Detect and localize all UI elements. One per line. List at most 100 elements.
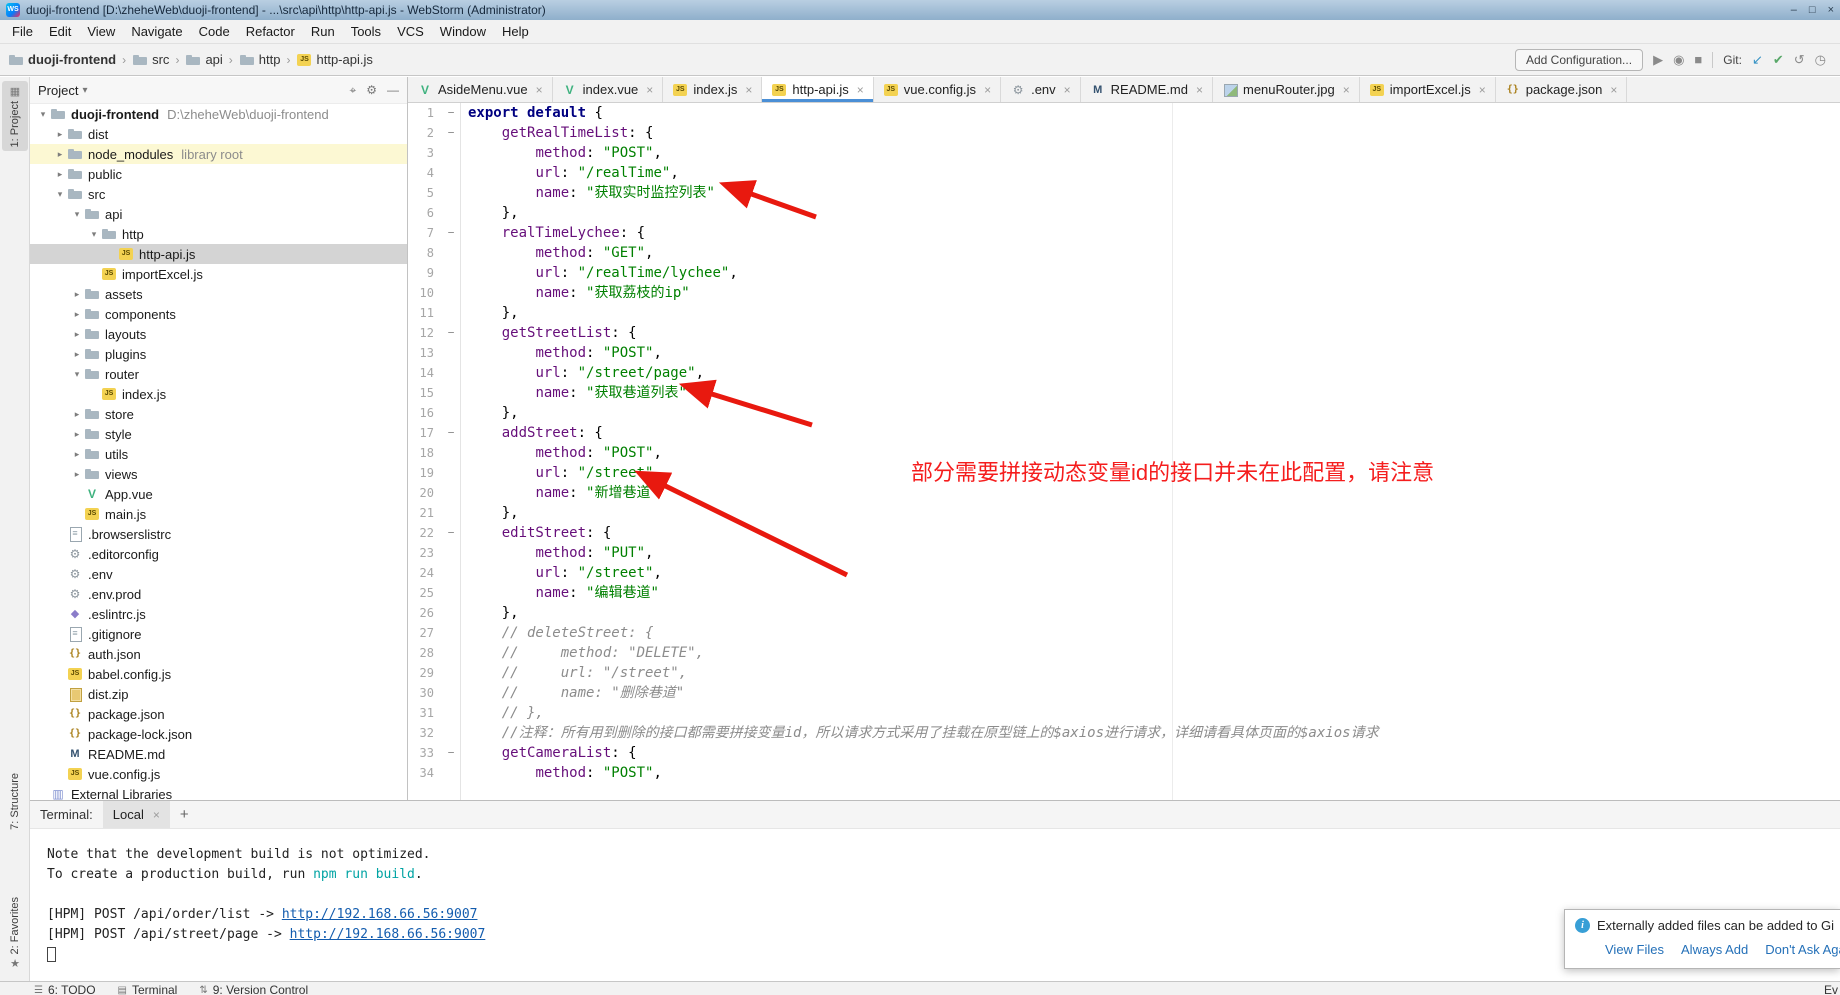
tab-close-icon[interactable]: × [646,83,653,97]
tab-index.js[interactable]: index.js× [663,77,762,102]
code-editor[interactable]: 1−export default {2− getRealTimeList: {3… [408,103,1840,800]
tree-item-node_modules[interactable]: ▸node_moduleslibrary root [30,144,407,164]
chevron-open-icon[interactable]: ▾ [87,229,101,240]
tab-vue.config.js[interactable]: vue.config.js× [874,77,1001,102]
tab-.env[interactable]: .env× [1001,77,1081,102]
tree-item-package.json[interactable]: package.json [30,704,407,724]
add-configuration-button[interactable]: Add Configuration... [1515,49,1643,71]
tree-item-http-api.js[interactable]: http-api.js [30,244,407,264]
chevron-closed-icon[interactable]: ▸ [70,309,84,320]
chevron-closed-icon[interactable]: ▸ [70,329,84,340]
tree-item-.eslintrc.js[interactable]: .eslintrc.js [30,604,407,624]
chevron-closed-icon[interactable]: ▸ [53,129,67,140]
tool-window-project-button[interactable]: ▦ 1: Project [2,81,28,151]
settings-gear-icon[interactable]: ⚙ [366,83,377,98]
tree-item-vue.config.js[interactable]: vue.config.js [30,764,407,784]
breadcrumb-src[interactable]: src [132,52,169,68]
tab-importExcel.js[interactable]: importExcel.js× [1360,77,1496,102]
breadcrumb-file[interactable]: http-api.js [296,52,372,68]
tree-item-.env[interactable]: .env [30,564,407,584]
chevron-closed-icon[interactable]: ▸ [70,469,84,480]
fold-marker-icon[interactable]: − [442,103,460,123]
tool-window-favorites-button[interactable]: 2: Favorites ★ [2,893,28,974]
stop-icon[interactable]: ■ [1694,52,1702,67]
tab-package.json[interactable]: package.json× [1496,77,1628,102]
debug-icon[interactable]: ◉ [1673,52,1684,68]
chevron-open-icon[interactable]: ▾ [53,189,67,200]
tree-item-.browserslistrc[interactable]: .browserslistrc [30,524,407,544]
fold-marker-icon[interactable]: − [442,323,460,343]
menu-run[interactable]: Run [303,21,343,42]
minimize-icon[interactable]: – [1791,4,1797,16]
event-log-button[interactable]: Ev [1824,983,1838,995]
hide-panel-icon[interactable]: — [387,83,399,98]
tree-item-src[interactable]: ▾src [30,184,407,204]
tree-item-babel.config.js[interactable]: babel.config.js [30,664,407,684]
breadcrumb-project[interactable]: duoji-frontend [8,52,116,68]
history-clock-icon[interactable]: ◷ [1815,52,1826,68]
chevron-closed-icon[interactable]: ▸ [70,429,84,440]
dont-ask-again-link[interactable]: Don't Ask Agai [1765,942,1840,957]
terminal-link[interactable]: http://192.168.66.56:9007 [282,907,478,922]
new-terminal-icon[interactable]: + [180,806,189,823]
tab-README.md[interactable]: README.md× [1081,77,1213,102]
tree-item-.env.prod[interactable]: .env.prod [30,584,407,604]
tree-item-auth.json[interactable]: auth.json [30,644,407,664]
tree-item-External Libraries[interactable]: External Libraries [30,784,407,800]
tree-item-utils[interactable]: ▸utils [30,444,407,464]
terminal-tab-local[interactable]: Local × [103,801,170,828]
maximize-icon[interactable]: □ [1809,4,1816,16]
version-control-tool-button[interactable]: ⇅ 9: Version Control [199,983,308,995]
close-icon[interactable]: × [153,808,160,822]
menu-view[interactable]: View [79,21,123,42]
tab-close-icon[interactable]: × [857,83,864,97]
chevron-open-icon[interactable]: ▾ [70,209,84,220]
tree-item-style[interactable]: ▸style [30,424,407,444]
breadcrumb-api[interactable]: api [185,52,222,68]
chevron-down-icon[interactable]: ▾ [82,85,87,96]
tree-item-store[interactable]: ▸store [30,404,407,424]
tab-close-icon[interactable]: × [1064,83,1071,97]
tab-close-icon[interactable]: × [536,83,543,97]
tree-item-index.js[interactable]: index.js [30,384,407,404]
tree-item-assets[interactable]: ▸assets [30,284,407,304]
chevron-open-icon[interactable]: ▾ [36,109,50,120]
chevron-closed-icon[interactable]: ▸ [70,349,84,360]
tool-window-structure-button[interactable]: 7: Structure [2,769,28,834]
view-files-link[interactable]: View Files [1605,942,1664,957]
chevron-closed-icon[interactable]: ▸ [70,409,84,420]
chevron-open-icon[interactable]: ▾ [70,369,84,380]
menu-code[interactable]: Code [191,21,238,42]
breadcrumb-http[interactable]: http [239,52,281,68]
tree-item-main.js[interactable]: main.js [30,504,407,524]
chevron-closed-icon[interactable]: ▸ [53,169,67,180]
always-add-link[interactable]: Always Add [1681,942,1748,957]
tree-item-App.vue[interactable]: App.vue [30,484,407,504]
tab-close-icon[interactable]: × [1196,83,1203,97]
menu-vcs[interactable]: VCS [389,21,432,42]
chevron-closed-icon[interactable]: ▸ [53,149,67,160]
menu-file[interactable]: File [4,21,41,42]
tree-item-package-lock.json[interactable]: package-lock.json [30,724,407,744]
todo-tool-button[interactable]: ☰ 6: TODO [34,983,96,995]
tab-close-icon[interactable]: × [984,83,991,97]
menu-window[interactable]: Window [432,21,494,42]
menu-navigate[interactable]: Navigate [123,21,190,42]
tree-item-.editorconfig[interactable]: .editorconfig [30,544,407,564]
tab-index.vue[interactable]: index.vue× [553,77,664,102]
tree-item-public[interactable]: ▸public [30,164,407,184]
tree-item-views[interactable]: ▸views [30,464,407,484]
fold-marker-icon[interactable]: − [442,123,460,143]
tree-item-importExcel.js[interactable]: importExcel.js [30,264,407,284]
git-update-icon[interactable]: ↙ [1752,52,1763,68]
tree-item-plugins[interactable]: ▸plugins [30,344,407,364]
tab-close-icon[interactable]: × [1479,83,1486,97]
tree-item-README.md[interactable]: README.md [30,744,407,764]
tree-item-dist[interactable]: ▸dist [30,124,407,144]
tab-close-icon[interactable]: × [1610,83,1617,97]
menu-edit[interactable]: Edit [41,21,79,42]
chevron-closed-icon[interactable]: ▸ [70,449,84,460]
fold-marker-icon[interactable]: − [442,423,460,443]
tab-menuRouter.jpg[interactable]: menuRouter.jpg× [1213,77,1360,102]
tab-close-icon[interactable]: × [745,83,752,97]
